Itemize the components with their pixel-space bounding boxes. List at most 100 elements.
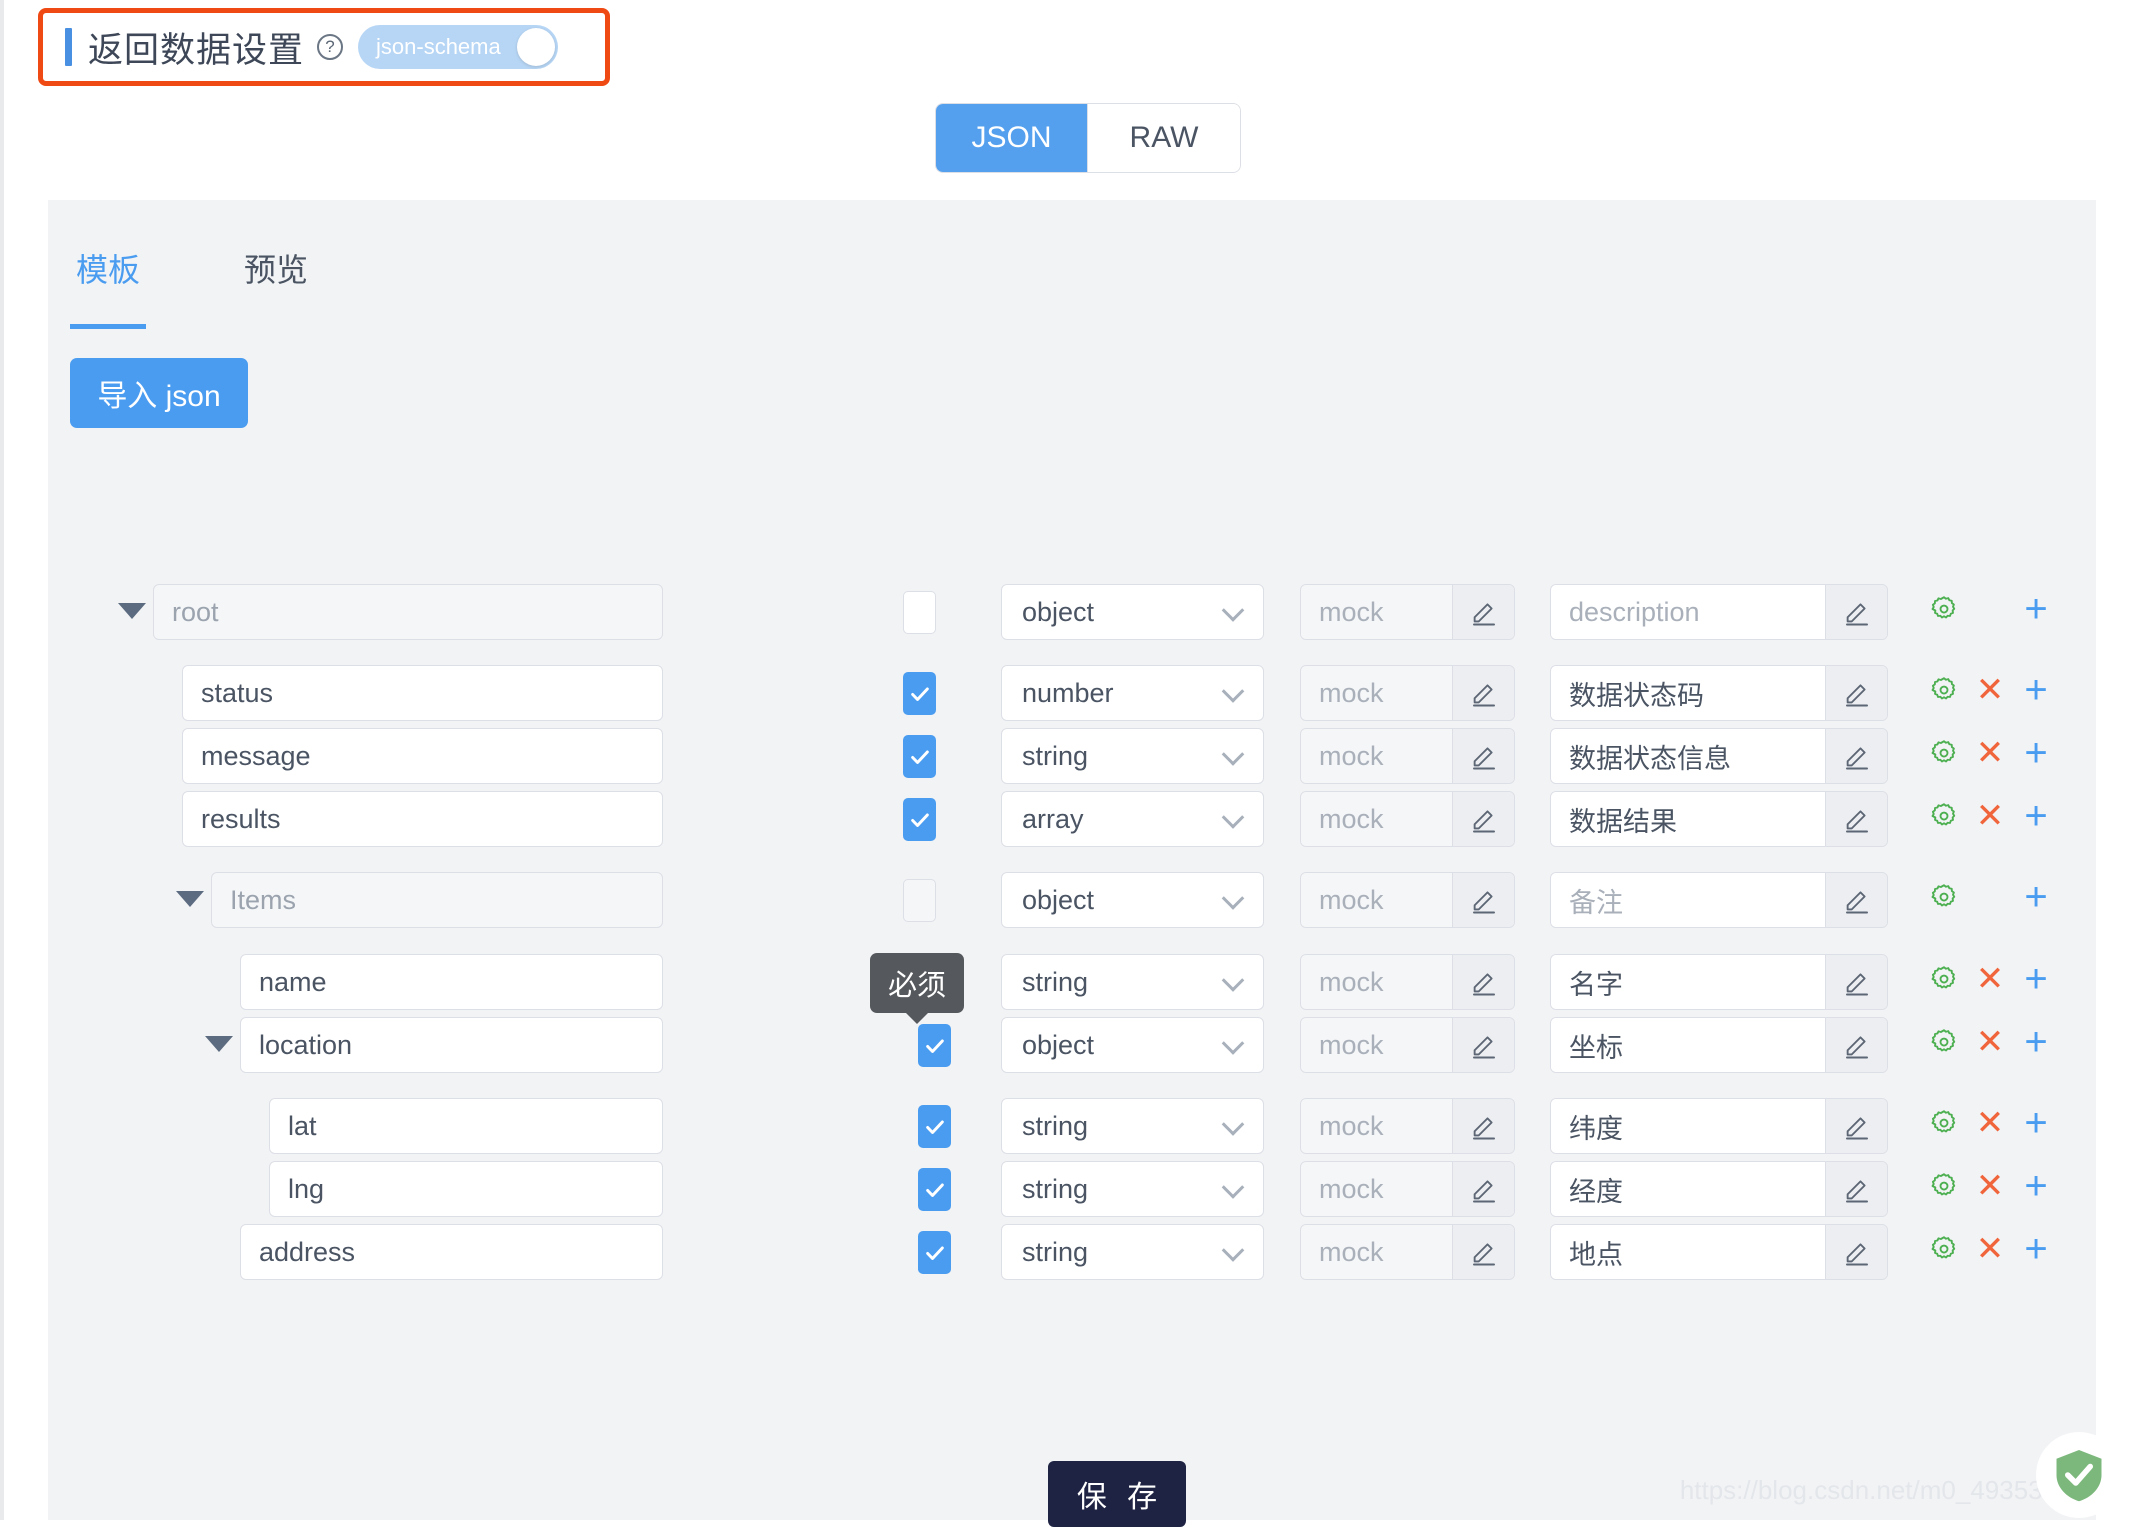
mock-input[interactable]: mock	[1301, 1162, 1452, 1216]
settings-gear-icon[interactable]	[1921, 1027, 1967, 1057]
field-name-input[interactable]: message	[182, 728, 663, 784]
mock-input[interactable]: mock	[1301, 1225, 1452, 1279]
type-select[interactable]: string	[1001, 728, 1264, 784]
mock-edit-pencil-icon[interactable]	[1452, 955, 1514, 1009]
tab-json[interactable]: JSON	[936, 104, 1088, 172]
mock-input[interactable]: mock	[1301, 1018, 1452, 1072]
description-input[interactable]: 备注	[1551, 873, 1825, 927]
delete-row-icon[interactable]: ✕	[1967, 799, 2013, 833]
description-edit-pencil-icon[interactable]	[1825, 585, 1887, 639]
required-checkbox[interactable]	[918, 1105, 951, 1148]
delete-row-icon[interactable]: ✕	[1967, 1232, 2013, 1266]
type-select[interactable]: string	[1001, 954, 1264, 1010]
mock-input[interactable]: mock	[1301, 585, 1452, 639]
required-checkbox[interactable]	[918, 1024, 951, 1067]
required-checkbox[interactable]	[918, 1231, 951, 1274]
description-input[interactable]: 数据状态码	[1551, 666, 1825, 720]
expand-caret-icon[interactable]	[205, 1036, 233, 1052]
description-input[interactable]: 经度	[1551, 1162, 1825, 1216]
required-checkbox[interactable]	[903, 735, 936, 778]
description-input[interactable]: 地点	[1551, 1225, 1825, 1279]
settings-gear-icon[interactable]	[1921, 964, 1967, 994]
delete-row-icon[interactable]: ✕	[1967, 736, 2013, 770]
settings-gear-icon[interactable]	[1921, 594, 1967, 624]
mock-input[interactable]: mock	[1301, 955, 1452, 1009]
description-input[interactable]: 数据状态信息	[1551, 729, 1825, 783]
field-name-input[interactable]: status	[182, 665, 663, 721]
description-input[interactable]: 坐标	[1551, 1018, 1825, 1072]
field-name-input[interactable]: location	[240, 1017, 663, 1073]
required-checkbox[interactable]	[903, 591, 936, 634]
expand-caret-icon[interactable]	[176, 891, 204, 907]
type-select[interactable]: object	[1001, 584, 1264, 640]
add-row-icon[interactable]: +	[2013, 1229, 2059, 1269]
format-segmented-control[interactable]: JSON RAW	[936, 104, 1240, 172]
settings-gear-icon[interactable]	[1921, 1171, 1967, 1201]
settings-gear-icon[interactable]	[1921, 675, 1967, 705]
mock-edit-pencil-icon[interactable]	[1452, 1225, 1514, 1279]
description-edit-pencil-icon[interactable]	[1825, 792, 1887, 846]
type-select[interactable]: string	[1001, 1224, 1264, 1280]
type-select[interactable]: string	[1001, 1161, 1264, 1217]
mock-input[interactable]: mock	[1301, 792, 1452, 846]
add-row-icon[interactable]: +	[2013, 733, 2059, 773]
settings-gear-icon[interactable]	[1921, 1108, 1967, 1138]
mock-edit-pencil-icon[interactable]	[1452, 1018, 1514, 1072]
delete-row-icon[interactable]: ✕	[1967, 1169, 2013, 1203]
required-checkbox[interactable]	[903, 672, 936, 715]
field-name-input[interactable]: lng	[269, 1161, 663, 1217]
mock-edit-pencil-icon[interactable]	[1452, 666, 1514, 720]
type-select[interactable]: string	[1001, 1098, 1264, 1154]
description-edit-pencil-icon[interactable]	[1825, 729, 1887, 783]
mock-edit-pencil-icon[interactable]	[1452, 585, 1514, 639]
mock-input[interactable]: mock	[1301, 729, 1452, 783]
settings-gear-icon[interactable]	[1921, 738, 1967, 768]
description-edit-pencil-icon[interactable]	[1825, 873, 1887, 927]
field-name-input[interactable]: address	[240, 1224, 663, 1280]
description-edit-pencil-icon[interactable]	[1825, 1018, 1887, 1072]
type-select[interactable]: array	[1001, 791, 1264, 847]
delete-row-icon[interactable]: ✕	[1967, 673, 2013, 707]
field-name-input[interactable]: results	[182, 791, 663, 847]
delete-row-icon[interactable]: ✕	[1967, 1025, 2013, 1059]
description-edit-pencil-icon[interactable]	[1825, 955, 1887, 1009]
json-schema-toggle[interactable]: json-schema	[358, 25, 559, 69]
field-name-input[interactable]: name	[240, 954, 663, 1010]
required-checkbox[interactable]	[903, 879, 936, 922]
description-edit-pencil-icon[interactable]	[1825, 1225, 1887, 1279]
settings-gear-icon[interactable]	[1921, 882, 1967, 912]
description-edit-pencil-icon[interactable]	[1825, 1099, 1887, 1153]
field-name-input[interactable]: root	[153, 584, 663, 640]
type-select[interactable]: object	[1001, 872, 1264, 928]
mock-edit-pencil-icon[interactable]	[1452, 729, 1514, 783]
import-json-button[interactable]: 导入 json	[70, 358, 248, 428]
add-row-icon[interactable]: +	[2013, 670, 2059, 710]
question-circle-icon[interactable]: ?	[317, 34, 344, 60]
delete-row-icon[interactable]: ✕	[1967, 962, 2013, 996]
settings-gear-icon[interactable]	[1921, 801, 1967, 831]
mock-edit-pencil-icon[interactable]	[1452, 1162, 1514, 1216]
add-row-icon[interactable]: +	[2013, 877, 2059, 917]
required-checkbox[interactable]	[903, 798, 936, 841]
settings-gear-icon[interactable]	[1921, 1234, 1967, 1264]
mock-input[interactable]: mock	[1301, 666, 1452, 720]
description-input[interactable]: 名字	[1551, 955, 1825, 1009]
required-checkbox[interactable]	[918, 1168, 951, 1211]
delete-row-icon[interactable]: ✕	[1967, 1106, 2013, 1140]
description-edit-pencil-icon[interactable]	[1825, 666, 1887, 720]
add-row-icon[interactable]: +	[2013, 1103, 2059, 1143]
expand-caret-icon[interactable]	[118, 603, 146, 619]
type-select[interactable]: number	[1001, 665, 1264, 721]
save-button[interactable]: 保 存	[1048, 1461, 1186, 1527]
mock-edit-pencil-icon[interactable]	[1452, 792, 1514, 846]
mock-edit-pencil-icon[interactable]	[1452, 873, 1514, 927]
add-row-icon[interactable]: +	[2013, 1166, 2059, 1206]
tab-preview[interactable]: 预览	[240, 245, 312, 329]
tab-raw[interactable]: RAW	[1088, 104, 1240, 172]
add-row-icon[interactable]: +	[2013, 959, 2059, 999]
field-name-input[interactable]: lat	[269, 1098, 663, 1154]
mock-input[interactable]: mock	[1301, 873, 1452, 927]
add-row-icon[interactable]: +	[2013, 796, 2059, 836]
type-select[interactable]: object	[1001, 1017, 1264, 1073]
description-edit-pencil-icon[interactable]	[1825, 1162, 1887, 1216]
